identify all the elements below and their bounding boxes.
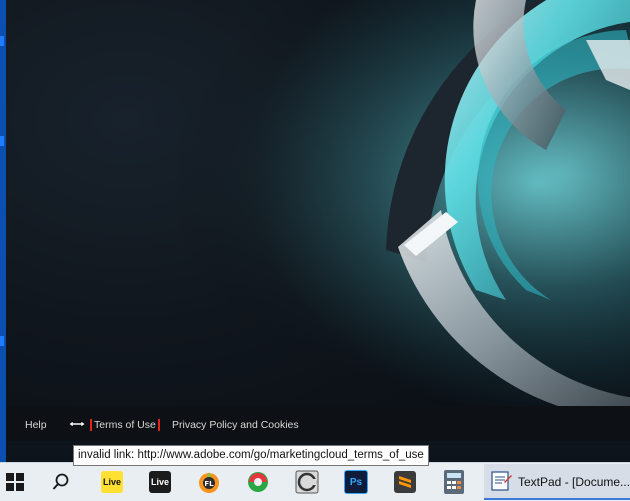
taskbar-app-fl-studio[interactable]: FL bbox=[194, 467, 224, 497]
taskbar-app-reaper[interactable] bbox=[243, 467, 273, 497]
search-button[interactable] bbox=[46, 467, 76, 497]
splash-footer: Help Terms of Use Privacy Policy and Coo… bbox=[6, 406, 630, 441]
circle-c-icon bbox=[295, 470, 319, 494]
textpad-icon bbox=[491, 471, 512, 491]
terms-of-use-link[interactable]: Terms of Use bbox=[90, 419, 160, 431]
ableton-live-dark-icon: Live bbox=[149, 471, 171, 493]
taskbar-app-sublime-text[interactable] bbox=[390, 467, 420, 497]
desktop-icon-edge[interactable] bbox=[0, 136, 4, 146]
desktop-icon-edge[interactable] bbox=[0, 336, 4, 346]
help-link[interactable]: Help bbox=[25, 419, 47, 431]
splash-window: Help Terms of Use Privacy Policy and Coo… bbox=[6, 0, 630, 441]
taskbar-app-calculator[interactable] bbox=[439, 467, 469, 497]
taskbar-task-textpad[interactable]: TextPad - [Docume... bbox=[484, 464, 630, 500]
taskbar-task-label: TextPad - [Docume... bbox=[518, 475, 630, 489]
svg-text:FL: FL bbox=[204, 480, 214, 488]
desktop-icon-edge[interactable] bbox=[0, 36, 4, 46]
taskbar-app-ableton-live-dark[interactable]: Live bbox=[145, 467, 175, 497]
link-select-cursor-icon bbox=[68, 420, 86, 428]
reaper-icon bbox=[248, 472, 268, 492]
taskbar-app-photoshop[interactable]: Ps bbox=[341, 467, 371, 497]
sublime-icon bbox=[394, 471, 416, 493]
start-button[interactable] bbox=[0, 467, 30, 497]
windows-logo-icon bbox=[6, 473, 24, 491]
taskbar-app-adobe[interactable] bbox=[292, 467, 322, 497]
ableton-live-yellow-icon: Live bbox=[101, 471, 123, 493]
taskbar-app-ableton-live-yellow[interactable]: Live bbox=[97, 467, 127, 497]
fl-studio-icon: FL bbox=[199, 472, 219, 493]
privacy-policy-link[interactable]: Privacy Policy and Cookies bbox=[172, 419, 299, 431]
splash-artwork bbox=[6, 0, 630, 406]
calculator-icon bbox=[444, 470, 464, 494]
link-tooltip: invalid link: http://www.adobe.com/go/ma… bbox=[73, 445, 429, 466]
search-icon bbox=[52, 473, 69, 490]
photoshop-icon: Ps bbox=[344, 470, 368, 494]
windows-taskbar: Live Live FL Ps TextPad - [Docume... bbox=[0, 462, 630, 501]
